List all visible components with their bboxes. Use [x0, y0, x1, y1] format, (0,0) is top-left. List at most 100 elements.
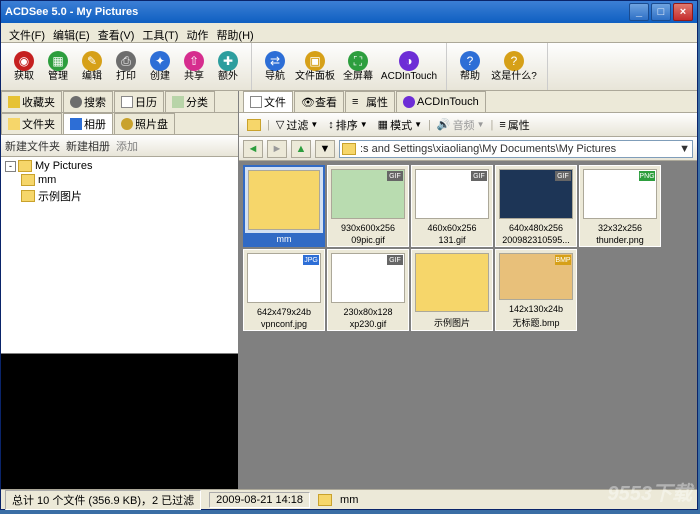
- thumbnail-item[interactable]: JPG642x479x24bvpnconf.jpg: [243, 249, 325, 331]
- thumbnail-item[interactable]: GIF460x60x256131.gif: [411, 165, 493, 247]
- menu-help[interactable]: 帮助(H): [212, 25, 257, 40]
- menu-tools[interactable]: 工具(T): [138, 25, 182, 40]
- tab-search[interactable]: 搜索: [63, 91, 113, 112]
- up-icon: ▲: [296, 143, 307, 155]
- create-button[interactable]: ✦创建: [143, 45, 177, 88]
- statusbar: 总计 10 个文件 (356.9 KB)，2 已过滤 2009-08-21 14…: [1, 489, 697, 509]
- eye-icon: 👁: [301, 96, 313, 108]
- folder-icon: [318, 494, 332, 506]
- thumbnail-item[interactable]: GIF 230x80x128xp230.gif: [327, 249, 409, 331]
- add-button[interactable]: 添加: [116, 138, 138, 154]
- new-album-button[interactable]: 新建相册: [66, 138, 110, 154]
- filepane-button[interactable]: ▣文件面板: [292, 45, 338, 88]
- thumb-dimensions: 142x130x24b: [496, 303, 576, 315]
- nav-hist-button[interactable]: ▼: [315, 140, 335, 158]
- status-date: 2009-08-21 14:18: [209, 492, 310, 508]
- nav-button[interactable]: ⇄导航: [258, 45, 292, 88]
- props-button[interactable]: ≡属性: [495, 115, 533, 135]
- folder-icon: [247, 119, 261, 131]
- close-button[interactable]: ×: [673, 3, 693, 21]
- sort-icon: ↕: [328, 119, 334, 131]
- thumb-filename: xp230.gif: [328, 318, 408, 330]
- nav-back-button[interactable]: ◄: [243, 140, 263, 158]
- acquire-button[interactable]: ◉获取: [7, 45, 41, 88]
- tab-acdintouch[interactable]: ACDInTouch: [396, 91, 486, 112]
- status-folder: mm: [340, 494, 358, 506]
- folder-up-button[interactable]: [243, 117, 265, 133]
- share-button[interactable]: ⇧共享: [177, 45, 211, 88]
- folder-tree[interactable]: -My Pictures mm 示例图片: [1, 157, 238, 353]
- preview-pane: [1, 353, 238, 489]
- thumbnail-item[interactable]: PNG32x32x256thunder.png: [579, 165, 661, 247]
- thumb-image: GIF: [331, 169, 405, 219]
- thumb-filename: 200982310595...: [496, 234, 576, 246]
- file-icon: [250, 96, 262, 108]
- tab-album[interactable]: 相册: [63, 113, 113, 134]
- fullscreen-button[interactable]: ⛶全屏幕: [338, 45, 378, 88]
- minimize-button[interactable]: _: [629, 3, 649, 21]
- menu-file[interactable]: 文件(F): [5, 25, 49, 40]
- speaker-icon: 🔊: [437, 118, 451, 131]
- menu-actions[interactable]: 动作: [182, 25, 212, 40]
- thumb-image: GIF: [331, 253, 405, 303]
- thumb-filename: mm: [245, 233, 323, 245]
- acdintouch-button[interactable]: ◑ACDInTouch: [378, 45, 440, 88]
- tab-photodisk[interactable]: 照片盘: [114, 113, 175, 134]
- sort-button[interactable]: ↕排序▼: [324, 115, 371, 135]
- status-total: 总计 10 个文件 (356.9 KB)，2 已过滤: [5, 490, 201, 510]
- folder-icon: [21, 174, 35, 186]
- nav-fwd-button[interactable]: ►: [267, 140, 287, 158]
- tab-calendar[interactable]: 日历: [114, 91, 164, 112]
- tab-categories[interactable]: 分类: [165, 91, 215, 112]
- tab-file[interactable]: 文件: [243, 91, 293, 112]
- album-icon: [70, 118, 82, 130]
- dropdown-icon[interactable]: ▼: [679, 143, 690, 155]
- menu-edit[interactable]: 编辑(E): [49, 25, 94, 40]
- thumb-dimensions: 230x80x128: [328, 306, 408, 318]
- left-tabs-bottom: 文件夹 相册 照片盘: [1, 113, 238, 135]
- thumb-image: GIF: [415, 169, 489, 219]
- right-toolbar: | ▽过滤▼ ↕排序▼ ▦模式▼ | 🔊音频▼ | ≡属性: [239, 113, 697, 137]
- thumb-filename: 09pic.gif: [328, 234, 408, 246]
- print-button[interactable]: ⎙打印: [109, 45, 143, 88]
- manage-button[interactable]: ▦管理: [41, 45, 75, 88]
- globe-icon: [403, 96, 415, 108]
- tab-favorites[interactable]: 收藏夹: [1, 91, 62, 112]
- window-title: ACDSee 5.0 - My Pictures: [5, 6, 629, 18]
- thumbnail-item[interactable]: BMP142x130x24b无标题.bmp: [495, 249, 577, 331]
- thumb-dimensions: 642x479x24b: [244, 306, 324, 318]
- nav-up-button[interactable]: ▲: [291, 140, 311, 158]
- filter-button[interactable]: ▽过滤▼: [272, 115, 322, 135]
- tab-view[interactable]: 👁查看: [294, 91, 344, 112]
- tree-node-samples[interactable]: 示例图片: [3, 187, 236, 205]
- help-button[interactable]: ?帮助: [453, 45, 487, 88]
- right-pane: 文件 👁查看 ≡属性 ACDInTouch | ▽过滤▼ ↕排序▼ ▦模式▼ |…: [239, 91, 697, 489]
- tree-node-mm[interactable]: mm: [3, 173, 236, 187]
- tab-folders[interactable]: 文件夹: [1, 113, 62, 134]
- content-area: 收藏夹 搜索 日历 分类 文件夹 相册 照片盘 新建文件夹 新建相册 添加 -M…: [1, 91, 697, 489]
- edit-button[interactable]: ✎编辑: [75, 45, 109, 88]
- thumbnail-item[interactable]: mm: [243, 165, 325, 247]
- path-input[interactable]: :s and Settings\xiaoliang\My Documents\M…: [339, 140, 693, 158]
- thumbnail-item[interactable]: 示例图片: [411, 249, 493, 331]
- thumb-dimensions: 930x600x256: [328, 222, 408, 234]
- thumbnail-item[interactable]: GIF 930x600x25609pic.gif: [327, 165, 409, 247]
- tree-root[interactable]: -My Pictures: [3, 159, 236, 173]
- new-folder-button[interactable]: 新建文件夹: [5, 138, 60, 154]
- funnel-icon: ▽: [276, 118, 284, 131]
- maximize-button[interactable]: □: [651, 3, 671, 21]
- thumbnail-item[interactable]: GIF640x480x256200982310595...: [495, 165, 577, 247]
- whatsthis-button[interactable]: ?这是什么?: [487, 45, 541, 88]
- tab-properties[interactable]: ≡属性: [345, 91, 395, 112]
- extras-button[interactable]: ✚额外: [211, 45, 245, 88]
- audio-button[interactable]: 🔊音频▼: [433, 115, 489, 135]
- thumbnail-grid[interactable]: mm GIF 930x600x25609pic.gifGIF460x60x25613…: [239, 161, 697, 489]
- star-icon: [8, 96, 20, 108]
- back-icon: ◄: [248, 143, 259, 155]
- mode-button[interactable]: ▦模式▼: [374, 115, 426, 135]
- collapse-icon[interactable]: -: [5, 161, 16, 172]
- left-subtoolbar: 新建文件夹 新建相册 添加: [1, 135, 238, 157]
- search-icon: [70, 96, 82, 108]
- menu-view[interactable]: 查看(V): [94, 25, 139, 40]
- folder-icon: [21, 190, 35, 202]
